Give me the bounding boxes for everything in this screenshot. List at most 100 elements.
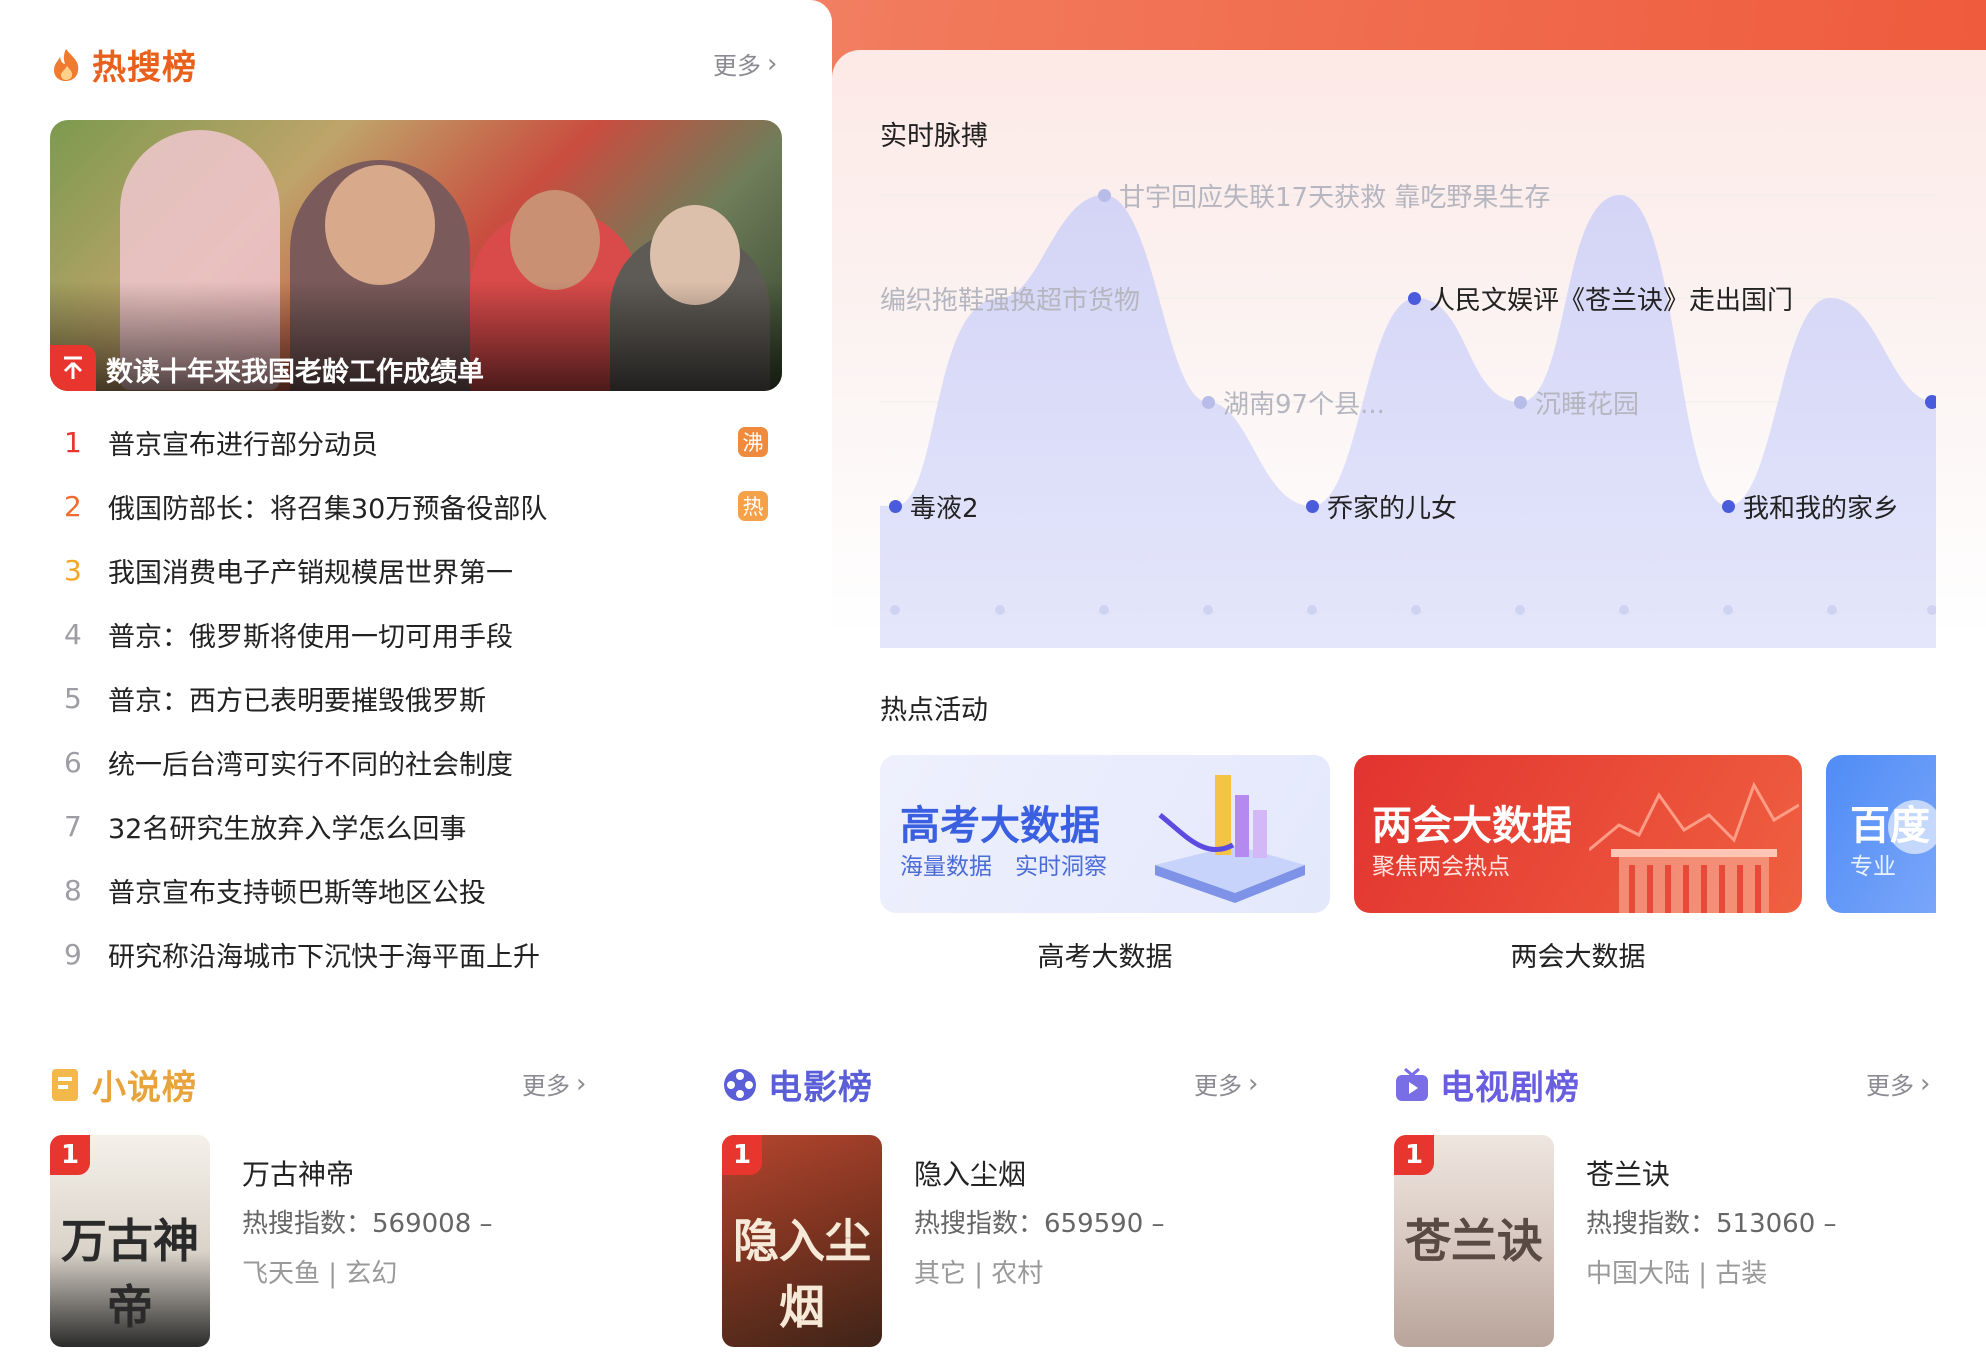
hot-search-text: 研究称沿海城市下沉快于海平面上升	[108, 941, 540, 973]
novel-name[interactable]: 万古神帝	[242, 1153, 354, 1193]
hot-search-item[interactable]: 5 普京：西方已表明要摧毁俄罗斯	[50, 666, 790, 730]
movie-ranking-header: 电影榜	[722, 1060, 873, 1109]
pulse-label-text: 甘宇回应失联17天获救 靠吃野果生存	[1119, 183, 1551, 213]
hot-search-item[interactable]: 3 我国消费电子产销规模居世界第一	[50, 538, 790, 602]
trend-flat-icon: –	[479, 1209, 493, 1239]
activity-caption: 高考大数据	[1037, 942, 1173, 973]
flame-icon	[54, 48, 79, 81]
movie-more-link[interactable]: 更多 ›	[1194, 1066, 1258, 1101]
activity-card-title: 高考大数据	[900, 803, 1100, 849]
hot-search-text: 我国消费电子产销规模居世界第一	[108, 557, 513, 589]
hot-badge: 沸	[738, 427, 768, 457]
hot-rank-number: 8	[64, 873, 82, 907]
hot-rank-number: 7	[64, 809, 82, 843]
novel-ranking-header: 小说榜	[50, 1060, 197, 1109]
book-chart-illustration	[1155, 775, 1305, 903]
activity-card-subtitle: 聚焦两会热点	[1372, 854, 1510, 880]
index-label: 热搜指数：	[914, 1209, 1045, 1239]
pulse-label-text: 沉睡花园	[1535, 390, 1640, 420]
hot-rank-number: 2	[64, 489, 82, 523]
dot-icon	[1202, 396, 1215, 409]
hot-search-item[interactable]: 4 普京：俄罗斯将使用一切可用手段	[50, 602, 790, 666]
novel-more-link[interactable]: 更多 ›	[522, 1066, 586, 1101]
pulse-label-text: 编织拖鞋强换超市货物	[880, 286, 1141, 316]
pulse-label[interactable]: 沉睡花园	[1514, 384, 1639, 421]
photo-figure	[510, 190, 600, 290]
novel-ranking-title: 小说榜	[92, 1068, 197, 1108]
hot-rank-number: 1	[64, 425, 82, 459]
chevron-right-icon: ›	[1248, 1068, 1259, 1099]
hot-search-hero-image[interactable]: 数读十年来我国老龄工作成绩单	[50, 120, 782, 391]
activity-card-subtitle: 专业	[1850, 854, 1896, 880]
hot-search-text: 32名研究生放弃入学怎么回事	[108, 813, 467, 845]
tv-cover[interactable]: 苍兰诀 1	[1394, 1135, 1554, 1347]
film-reel-icon	[724, 1068, 756, 1101]
tv-tags: 中国大陆 | 古装	[1586, 1259, 1768, 1289]
pulse-label[interactable]: 乔家的儿女	[1306, 488, 1457, 525]
dot-icon	[1408, 292, 1421, 305]
book-icon	[52, 1068, 78, 1101]
pulse-title: 实时脉搏	[880, 121, 988, 152]
hot-search-item[interactable]: 8 普京宣布支持顿巴斯等地区公投	[50, 858, 790, 922]
hot-search-header: 热搜榜	[50, 40, 197, 89]
hot-search-item[interactable]: 1 普京宣布进行部分动员 沸	[50, 410, 790, 474]
novel-ranking: 小说榜 更多 › 万古神帝 1 万古神帝 热搜指数：569008 – 飞天鱼 | …	[50, 1050, 600, 1350]
chevron-right-icon: ›	[767, 48, 778, 79]
trend-flat-icon: –	[1151, 1209, 1165, 1239]
cover-title: 万古神帝	[61, 1214, 199, 1334]
movie-cover[interactable]: 隐入尘烟 1	[722, 1135, 882, 1347]
activity-card-subtitle: 海量数据 实时洞察	[900, 854, 1107, 880]
dot-icon	[1306, 500, 1319, 513]
tv-name[interactable]: 苍兰诀	[1586, 1153, 1670, 1193]
tv-more-link[interactable]: 更多 ›	[1866, 1066, 1930, 1101]
hot-search-text: 普京宣布进行部分动员	[108, 429, 378, 461]
more-label: 更多	[713, 52, 761, 80]
more-label: 更多	[1866, 1072, 1914, 1100]
novel-cover[interactable]: 万古神帝 1	[50, 1135, 210, 1347]
pulse-label[interactable]: 毒液2	[889, 488, 979, 525]
cover-title: 苍兰诀	[1405, 1214, 1543, 1268]
movie-name[interactable]: 隐入尘烟	[914, 1153, 1026, 1193]
hot-rank-number: 4	[64, 617, 82, 651]
tv-index: 热搜指数：513060 –	[1586, 1203, 1837, 1240]
pulse-label-text: 我和我的家乡	[1743, 494, 1900, 524]
rank-badge: 1	[722, 1135, 762, 1175]
dot-icon	[889, 500, 902, 513]
hot-search-text: 统一后台湾可实行不同的社会制度	[108, 749, 513, 781]
hot-search-list: 1 普京宣布进行部分动员 沸 2 俄国防部长：将召集30万预备役部队 热 3 我国消费电子产销…	[50, 410, 790, 986]
pulse-label[interactable]: 湖南97个县...	[1202, 384, 1385, 421]
pulse-label[interactable]: 甘宇回应失联17天获救 靠吃野果生存	[1098, 177, 1550, 214]
hot-search-item[interactable]: 7 32名研究生放弃入学怎么回事	[50, 794, 790, 858]
pulse-label-text: 毒液2	[910, 494, 979, 524]
hot-search-text: 普京：西方已表明要摧毁俄罗斯	[108, 685, 486, 717]
activity-card-lianghui[interactable]: 两会大数据 聚焦两会热点	[1354, 755, 1802, 913]
novel-tags: 飞天鱼 | 玄幻	[242, 1259, 398, 1289]
movie-tags: 其它 | 农村	[914, 1259, 1044, 1289]
hot-search-item[interactable]: 2 俄国防部长：将召集30万预备役部队 热	[50, 474, 790, 538]
hot-search-more-link[interactable]: 更多 ›	[713, 46, 777, 81]
index-value: 659590	[1044, 1209, 1144, 1239]
carousel-next-button[interactable]: ›	[1888, 800, 1942, 854]
pulse-wave	[880, 194, 1936, 648]
hot-search-item[interactable]: 6 统一后台湾可实行不同的社会制度	[50, 730, 790, 794]
pulse-label[interactable]: 我和我的家乡	[1722, 488, 1899, 525]
activity-caption: 两会大数据	[1510, 942, 1646, 973]
more-label: 更多	[1194, 1072, 1242, 1100]
hot-search-item[interactable]: 9 研究称沿海城市下沉快于海平面上升	[50, 922, 790, 986]
trend-flat-icon: –	[1823, 1209, 1837, 1239]
tv-ranking: 电视剧榜 更多 › 苍兰诀 1 苍兰诀 热搜指数：513060 – 中国大陆 | …	[1394, 1050, 1944, 1350]
rank-badge: 1	[1394, 1135, 1434, 1175]
novel-index: 热搜指数：569008 –	[242, 1203, 493, 1240]
hot-search-text: 普京宣布支持顿巴斯等地区公投	[108, 877, 486, 909]
movie-ranking-title: 电影榜	[768, 1068, 873, 1108]
hot-rank-number: 6	[64, 745, 82, 779]
photo-figure	[325, 165, 435, 285]
hot-rank-number: 3	[64, 553, 82, 587]
activity-card-gaokao[interactable]: 高考大数据 海量数据 实时洞察	[880, 755, 1330, 913]
pulse-label[interactable]: 编织拖鞋强换超市货物	[880, 280, 1140, 317]
tv-ranking-header: 电视剧榜	[1394, 1060, 1580, 1109]
cover-title: 隐入尘烟	[733, 1214, 871, 1334]
index-value: 513060	[1716, 1209, 1816, 1239]
tv-icon	[1396, 1067, 1428, 1101]
pulse-label[interactable]: 人民文娱评《苍兰诀》走出国门	[1408, 280, 1793, 317]
